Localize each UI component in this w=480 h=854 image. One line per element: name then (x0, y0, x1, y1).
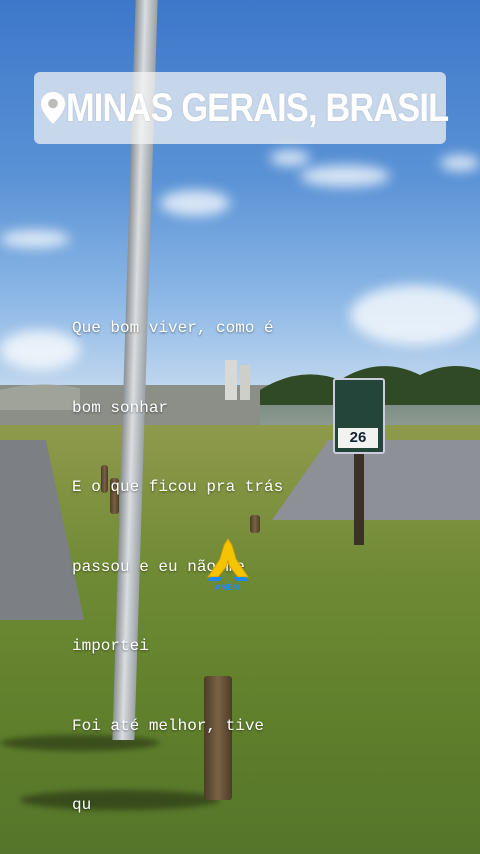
caption-line: E o que ficou pra trás (72, 478, 284, 496)
cloud (440, 155, 480, 171)
caption-line: qu (72, 796, 92, 814)
cloud (0, 230, 70, 248)
caption-line: Foi até melhor, tive (72, 716, 265, 735)
cloud (300, 165, 390, 187)
caption-line: bom sonhar (72, 398, 169, 417)
caption-line: Que bom viver, como é (72, 319, 274, 337)
location-name: MINAS GERAIS, BRASIL (66, 85, 449, 130)
cloud (160, 190, 230, 216)
sticker-label: AMÉM (214, 583, 240, 592)
cloud (270, 150, 310, 166)
caption-line: importei (72, 637, 149, 655)
location-sticker[interactable]: MINAS GERAIS, BRASIL (34, 72, 449, 144)
map-pin-icon (40, 72, 66, 144)
